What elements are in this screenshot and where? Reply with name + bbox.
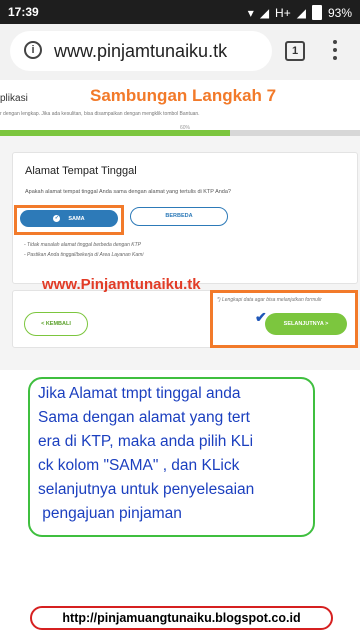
battery-percent: 93% — [327, 5, 352, 20]
instruction-line: pengajuan pinjaman — [38, 505, 182, 522]
instruction-line: era di KTP, maka anda pilih KLi — [38, 433, 254, 450]
card-question: Apakah alamat tempat tinggal Anda sama d… — [25, 189, 231, 195]
same-button-label: SAMA — [68, 215, 85, 222]
wifi-icon: ▾ — [247, 5, 254, 20]
battery-icon — [311, 5, 322, 20]
card-title: Alamat Tempat Tinggal — [25, 165, 137, 177]
same-button[interactable]: ✓ SAMA — [20, 210, 118, 227]
overflow-menu-icon[interactable] — [332, 40, 338, 60]
tab-switcher-button[interactable]: 1 — [285, 41, 305, 61]
signal-strength-icon: ◢ — [296, 5, 306, 20]
status-bar: 17:39 ▾ ◢ H+ ◢ 93% — [0, 0, 360, 24]
instruction-line: ck kolom "SAMA" , dan KLick — [38, 457, 240, 474]
different-button[interactable]: BERBEDA — [130, 207, 228, 226]
status-time: 17:39 — [8, 5, 39, 19]
status-indicators: ▾ ◢ H+ ◢ 93% — [248, 5, 352, 20]
address-bar[interactable]: i www.pinjamtunaiku.tk — [10, 31, 272, 71]
instruction-line: Sama dengan alamat yang tert — [38, 409, 250, 426]
url-text[interactable]: www.pinjamtunaiku.tk — [54, 41, 227, 62]
signal-icon: ◢ — [259, 5, 270, 20]
note-item: - Pastikan Anda tinggal/bekerja di Area … — [24, 252, 144, 258]
network-type: H+ — [275, 5, 291, 20]
instruction-line: selanjutnya untuk penyelesaian — [38, 481, 255, 498]
check-circle-icon: ✓ — [53, 215, 61, 222]
info-icon[interactable]: i — [24, 41, 42, 59]
progress-label: 60% — [180, 125, 191, 131]
page-title: plikasi — [0, 93, 28, 104]
page-subtitle: r dengan lengkap. Jika ada kesulitan, bi… — [0, 111, 200, 117]
footer-link[interactable]: http://pinjamuangtunaiku.blogspot.co.id — [30, 606, 333, 630]
watermark-text: www.Pinjamtunaiku.tk — [42, 276, 201, 293]
highlight-box-next — [210, 290, 358, 348]
instruction-box: Jika Alamat tmpt tinggal anda Sama denga… — [28, 377, 315, 537]
note-item: - Tidak masalah alamat tinggal berbeda d… — [24, 242, 141, 248]
instruction-line: Jika Alamat tmpt tinggal anda — [38, 385, 241, 402]
overlay-step-title: Sambungan Langkah 7 — [90, 86, 277, 105]
back-button[interactable]: < KEMBALI — [24, 312, 88, 336]
browser-toolbar: i www.pinjamtunaiku.tk 1 — [0, 24, 360, 81]
